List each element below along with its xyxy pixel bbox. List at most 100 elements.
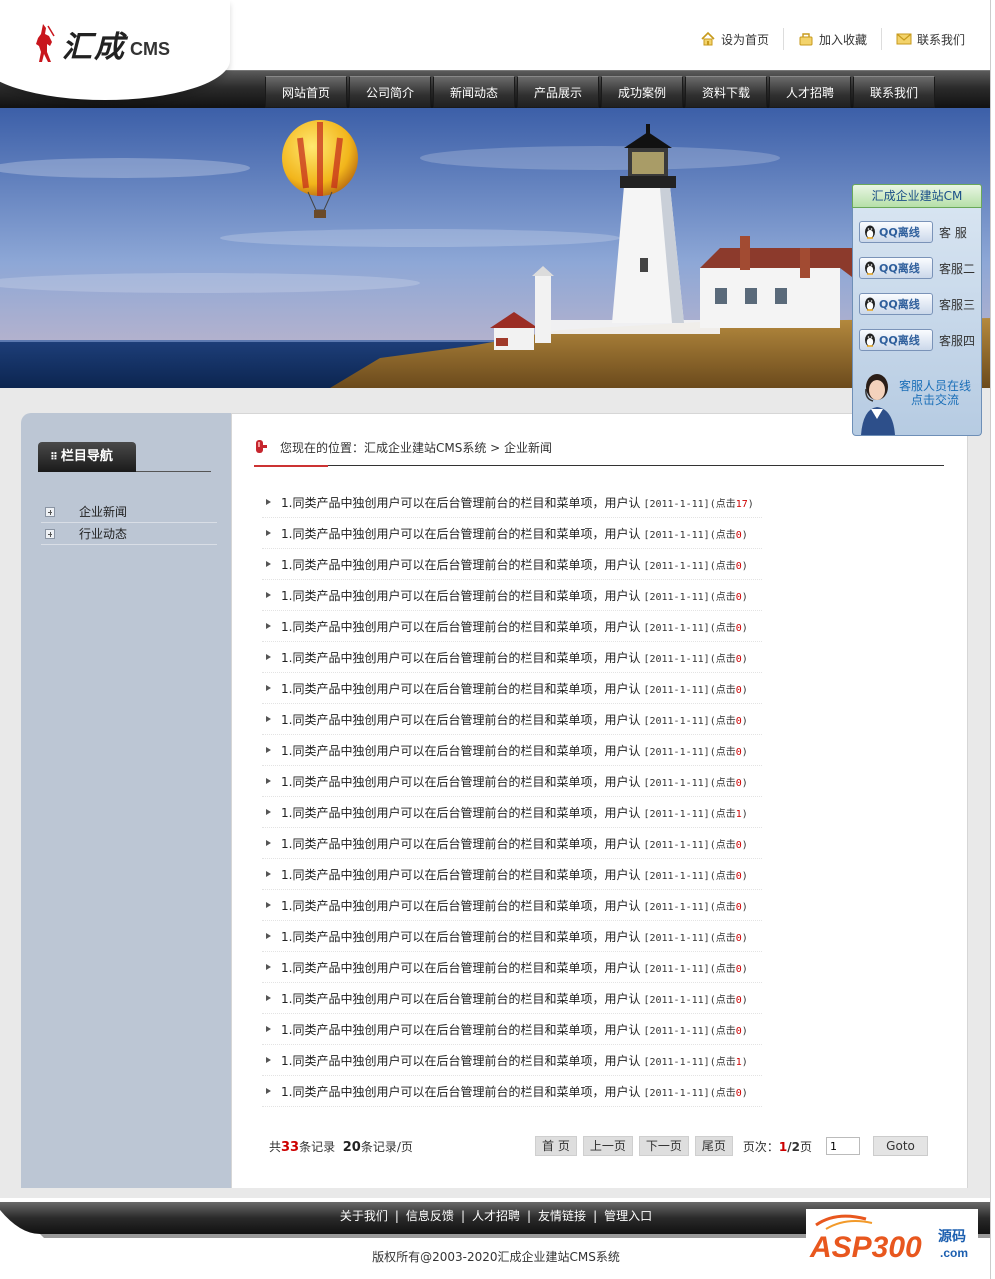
news-date: [2011-1-11] xyxy=(643,1087,710,1099)
home-icon xyxy=(701,31,715,46)
nav-item-news[interactable]: 新闻动态 xyxy=(433,76,515,108)
news-meta: [2011-1-11](点击1) xyxy=(643,1053,747,1068)
news-meta: [2011-1-11](点击0) xyxy=(643,774,747,789)
bullet-arrow-icon xyxy=(266,592,271,598)
qq-row: QQ离线 客服四 xyxy=(859,322,975,358)
qq-contact-button-2[interactable]: QQ离线 xyxy=(859,257,933,279)
qq-status-text: QQ离线 xyxy=(879,334,920,347)
qq-service-panel: 汇成企业建站CM QQ离线 客 服 QQ离线 客服二 QQ离线 客服三 QQ离线… xyxy=(852,184,982,436)
news-hits-close: ) xyxy=(741,777,748,789)
goto-page-button[interactable]: Goto xyxy=(873,1136,929,1156)
next-page-button[interactable]: 下一页 xyxy=(638,1136,689,1156)
news-row[interactable]: 1.同类产品中独创用户可以在后台管理前台的栏目和菜单项，用户认 [2011-1-1… xyxy=(262,487,762,518)
news-hits-close: ) xyxy=(741,560,748,572)
breadcrumb: 您现在的位置：汇成企业建站CMS系统 > 企业新闻 xyxy=(280,441,553,455)
nav-item-cases[interactable]: 成功案例 xyxy=(601,76,683,108)
news-hits-label: (点击 xyxy=(709,591,736,603)
news-meta: [2011-1-11](点击0) xyxy=(643,929,747,944)
news-hits-label: (点击 xyxy=(709,1056,736,1068)
main-nav: 网站首页 公司简介 新闻动态 产品展示 成功案例 资料下载 人才招聘 联系我们 xyxy=(265,76,937,108)
news-row[interactable]: 1.同类产品中独创用户可以在后台管理前台的栏目和菜单项，用户认 [2011-1-1… xyxy=(262,580,762,611)
news-meta: [2011-1-11](点击0) xyxy=(643,960,747,975)
news-title: 1.同类产品中独创用户可以在后台管理前台的栏目和菜单项，用户认 xyxy=(281,805,641,820)
news-row[interactable]: 1.同类产品中独创用户可以在后台管理前台的栏目和菜单项，用户认 [2011-1-1… xyxy=(262,952,762,983)
breadcrumb-bar: 您现在的位置：汇成企业建站CMS系统 > 企业新闻 xyxy=(254,436,944,467)
nav-item-products[interactable]: 产品展示 xyxy=(517,76,599,108)
news-date: [2011-1-11] xyxy=(643,653,710,665)
footer-link-feedback[interactable]: 信息反馈 xyxy=(406,1209,454,1223)
page-number-input[interactable] xyxy=(826,1137,861,1155)
news-row[interactable]: 1.同类产品中独创用户可以在后台管理前台的栏目和菜单项，用户认 [2011-1-1… xyxy=(262,797,762,828)
news-row[interactable]: 1.同类产品中独创用户可以在后台管理前台的栏目和菜单项，用户认 [2011-1-1… xyxy=(262,890,762,921)
footer-link-admin[interactable]: 管理入口 xyxy=(604,1209,652,1223)
news-row[interactable]: 1.同类产品中独创用户可以在后台管理前台的栏目和菜单项，用户认 [2011-1-1… xyxy=(262,611,762,642)
news-row[interactable]: 1.同类产品中独创用户可以在后台管理前台的栏目和菜单项，用户认 [2011-1-1… xyxy=(262,859,762,890)
nav-item-about[interactable]: 公司简介 xyxy=(349,76,431,108)
news-hits-label: (点击 xyxy=(709,1087,736,1099)
nav-item-contact[interactable]: 联系我们 xyxy=(853,76,935,108)
news-row[interactable]: 1.同类产品中独创用户可以在后台管理前台的栏目和菜单项，用户认 [2011-1-1… xyxy=(262,704,762,735)
nav-item-home[interactable]: 网站首页 xyxy=(265,76,347,108)
news-row[interactable]: 1.同类产品中独创用户可以在后台管理前台的栏目和菜单项，用户认 [2011-1-1… xyxy=(262,1014,762,1045)
add-favorite-label: 加入收藏 xyxy=(818,32,867,47)
site-logo[interactable]: 汇成 CMS xyxy=(34,22,170,66)
logo-text-cn: 汇成 xyxy=(62,30,126,65)
bullet-arrow-icon xyxy=(266,809,271,815)
add-favorite-link[interactable]: 加入收藏 xyxy=(798,31,867,48)
news-date: [2011-1-11] xyxy=(643,963,710,975)
news-row[interactable]: 1.同类产品中独创用户可以在后台管理前台的栏目和菜单项，用户认 [2011-1-1… xyxy=(262,642,762,673)
news-row[interactable]: 1.同类产品中独创用户可以在后台管理前台的栏目和菜单项，用户认 [2011-1-1… xyxy=(262,983,762,1014)
qq-contact-button-1[interactable]: QQ离线 xyxy=(859,221,933,243)
nav-item-downloads[interactable]: 资料下载 xyxy=(685,76,767,108)
footer-link-friends[interactable]: 友情链接 xyxy=(538,1209,586,1223)
sidebar-item-industry-news[interactable]: 行业动态 xyxy=(41,523,217,545)
online-service-link[interactable]: 客服人员在线 点击交流 xyxy=(853,369,981,435)
qq-contact-button-3[interactable]: QQ离线 xyxy=(859,293,933,315)
prev-page-button[interactable]: 上一页 xyxy=(582,1136,633,1156)
first-page-button[interactable]: 首 页 xyxy=(535,1136,577,1156)
set-homepage-link[interactable]: 设为首页 xyxy=(700,31,769,48)
last-page-button[interactable]: 尾页 xyxy=(694,1136,733,1156)
news-row[interactable]: 1.同类产品中独创用户可以在后台管理前台的栏目和菜单项，用户认 [2011-1-1… xyxy=(262,1045,762,1076)
news-date: [2011-1-11] xyxy=(643,560,710,572)
news-title: 1.同类产品中独创用户可以在后台管理前台的栏目和菜单项，用户认 xyxy=(281,991,641,1006)
customer-service-agent-icon xyxy=(861,374,895,435)
expand-plus-icon xyxy=(45,506,55,517)
footer-link-about[interactable]: 关于我们 xyxy=(340,1209,388,1223)
news-row[interactable]: 1.同类产品中独创用户可以在后台管理前台的栏目和菜单项，用户认 [2011-1-1… xyxy=(262,1076,762,1107)
contact-us-link[interactable]: 联系我们 xyxy=(896,31,965,48)
bullet-arrow-icon xyxy=(266,995,271,1001)
news-row[interactable]: 1.同类产品中独创用户可以在后台管理前台的栏目和菜单项，用户认 [2011-1-1… xyxy=(262,735,762,766)
nav-item-jobs[interactable]: 人才招聘 xyxy=(769,76,851,108)
news-meta: [2011-1-11](点击0) xyxy=(643,619,747,634)
news-hits-label: (点击 xyxy=(709,715,736,727)
sidebar-item-company-news[interactable]: 企业新闻 xyxy=(41,501,217,523)
news-title: 1.同类产品中独创用户可以在后台管理前台的栏目和菜单项，用户认 xyxy=(281,681,641,696)
news-date: [2011-1-11] xyxy=(643,994,710,1006)
news-row[interactable]: 1.同类产品中独创用户可以在后台管理前台的栏目和菜单项，用户认 [2011-1-1… xyxy=(262,828,762,859)
news-hits-label: (点击 xyxy=(709,870,736,882)
header: 网站首页 公司简介 新闻动态 产品展示 成功案例 资料下载 人才招聘 联系我们 … xyxy=(0,0,995,108)
news-title: 1.同类产品中独创用户可以在后台管理前台的栏目和菜单项，用户认 xyxy=(281,929,641,944)
pagination-summary: 共33条记录 20条记录/页 xyxy=(269,1138,413,1155)
news-hits-label: (点击 xyxy=(709,560,736,572)
news-row[interactable]: 1.同类产品中独创用户可以在后台管理前台的栏目和菜单项，用户认 [2011-1-1… xyxy=(262,518,762,549)
asp300-logo-icon: ASP300 源码 .com xyxy=(809,1214,968,1264)
news-date: [2011-1-11] xyxy=(643,870,710,882)
news-list: 1.同类产品中独创用户可以在后台管理前台的栏目和菜单项，用户认 [2011-1-1… xyxy=(262,487,762,1107)
news-row[interactable]: 1.同类产品中独创用户可以在后台管理前台的栏目和菜单项，用户认 [2011-1-1… xyxy=(262,549,762,580)
news-hits-close: ) xyxy=(741,591,748,603)
news-row[interactable]: 1.同类产品中独创用户可以在后台管理前台的栏目和菜单项，用户认 [2011-1-1… xyxy=(262,766,762,797)
per-page-suffix: 条记录/页 xyxy=(360,1140,413,1154)
watermark-com: .com xyxy=(940,1246,968,1260)
news-date: [2011-1-11] xyxy=(643,498,710,510)
news-title: 1.同类产品中独创用户可以在后台管理前台的栏目和菜单项，用户认 xyxy=(281,774,641,789)
news-hits-label: (点击 xyxy=(709,777,736,789)
news-row[interactable]: 1.同类产品中独创用户可以在后台管理前台的栏目和菜单项，用户认 [2011-1-1… xyxy=(262,921,762,952)
footer-link-jobs[interactable]: 人才招聘 xyxy=(472,1209,520,1223)
sidebar-item-label: 企业新闻 xyxy=(79,504,128,519)
per-page-count: 20 xyxy=(342,1140,361,1155)
qq-contact-button-4[interactable]: QQ离线 xyxy=(859,329,933,351)
news-row[interactable]: 1.同类产品中独创用户可以在后台管理前台的栏目和菜单项，用户认 [2011-1-1… xyxy=(262,673,762,704)
bullet-arrow-icon xyxy=(266,499,271,505)
